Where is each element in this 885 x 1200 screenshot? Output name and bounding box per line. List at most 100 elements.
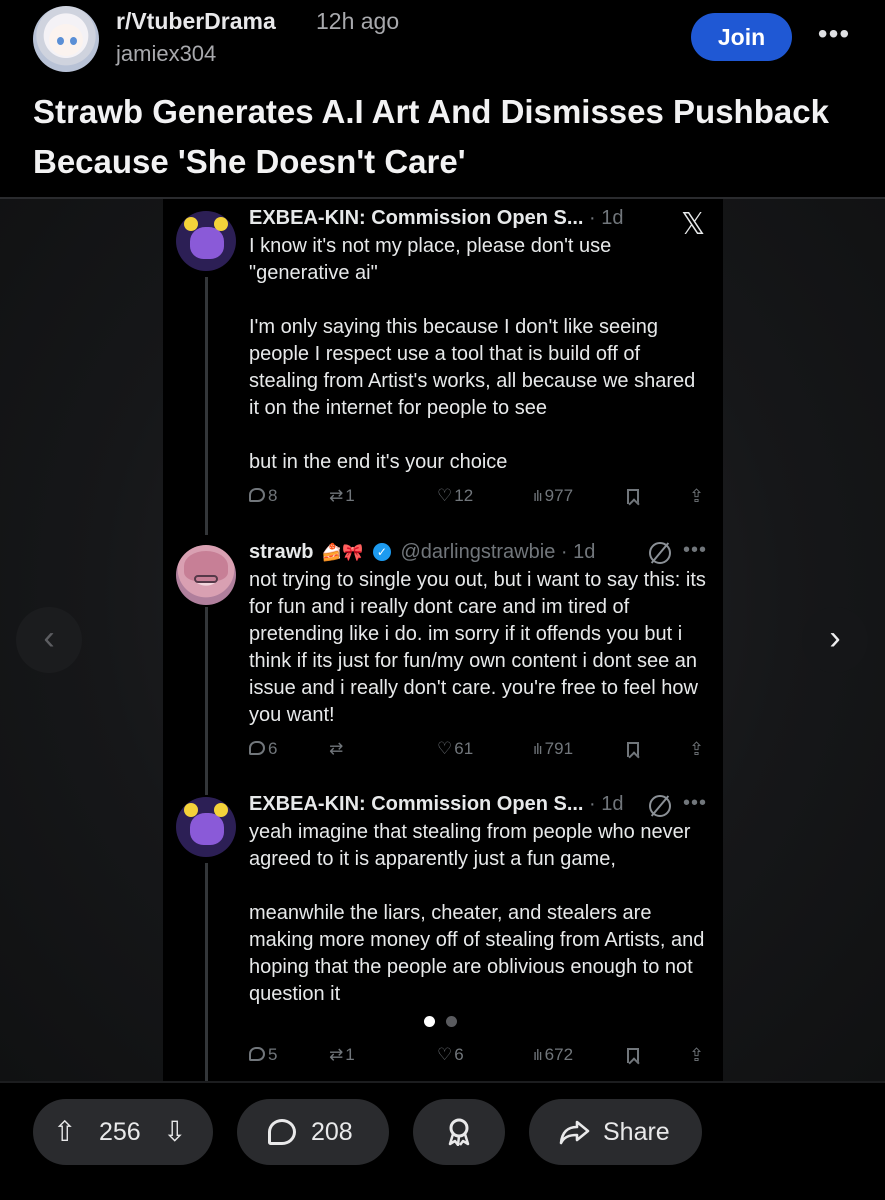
grok-icon [649, 542, 671, 564]
subreddit-avatar[interactable] [33, 6, 99, 72]
post-author[interactable]: jamiex304 [116, 41, 216, 67]
tweet-author-name: EXBEA-KIN: Commission Open S... [249, 793, 584, 815]
retweet-action: ⇄ 1 [329, 1045, 355, 1065]
upvote-icon[interactable]: ⇧ [53, 1099, 76, 1165]
retweet-action: ⇄ 1 [329, 486, 355, 506]
tweet-text: not trying to single you out, but i want… [249, 569, 712, 726]
thread-line [205, 277, 208, 535]
avatar-blob [190, 813, 224, 845]
tweet-screenshot: 𝕏 EXBEA-KIN: Commission Open S... · 1d I… [163, 199, 723, 1081]
views-count: 977 [544, 486, 574, 505]
views-action: ılı 977 [533, 486, 573, 506]
tweet-actions: 5 ⇄ 1 ♡ 6 ılı 672 ⇪ [249, 1045, 711, 1069]
comment-count: 208 [311, 1118, 353, 1146]
reply-icon [249, 488, 265, 502]
award-button[interactable] [413, 1099, 505, 1165]
tweet-author-name: strawb [249, 541, 314, 563]
verified-badge-icon: ✓ [372, 543, 391, 561]
share-icon: ⇪ [689, 739, 705, 759]
tweet-actions: 8 ⇄ 1 ♡ 12 ılı 977 ⇪ [249, 486, 711, 510]
gallery-prev-button[interactable]: ‹ [16, 607, 82, 673]
reply-action: 8 [249, 486, 277, 506]
views-icon: ılı [533, 488, 543, 505]
retweet-icon: ⇄ [329, 739, 344, 758]
tweet-avatar [176, 211, 236, 271]
views-icon: ılı [533, 741, 543, 758]
bookmark-icon [627, 489, 639, 504]
share-action: ⇪ [689, 486, 704, 507]
like-count: 61 [454, 739, 474, 758]
like-count: 12 [454, 486, 474, 505]
vote-control: ⇧ 256 ⇩ [33, 1099, 213, 1165]
gallery-page-indicator [422, 1014, 462, 1028]
avatar-ornament [184, 803, 198, 817]
avatar-blob [190, 227, 224, 259]
views-action: ılı 791 [533, 739, 573, 759]
retweet-action: ⇄ [329, 739, 345, 759]
name-emoji: 🍰🎀 [321, 543, 364, 562]
share-button[interactable]: Share [529, 1099, 702, 1165]
reply-count: 8 [268, 486, 278, 505]
reply-action: 6 [249, 739, 277, 759]
reply-count: 5 [268, 1045, 278, 1064]
image-gallery[interactable]: ‹ › 𝕏 EXBEA-KIN: Commission Open S... · … [0, 199, 885, 1081]
retweet-count: 1 [345, 1045, 355, 1064]
join-button[interactable]: Join [691, 13, 792, 61]
share-action: ⇪ [689, 1045, 704, 1066]
like-count: 6 [454, 1045, 464, 1064]
reply-icon [249, 741, 265, 755]
tweet-more-icon: ••• [683, 539, 708, 561]
thread-line [205, 863, 208, 1081]
upvote-count: 256 [99, 1118, 141, 1146]
views-action: ılı 672 [533, 1045, 573, 1065]
tweet-time: · 1d [589, 793, 624, 815]
like-action: ♡ 61 [437, 739, 473, 759]
bookmark-icon [627, 742, 639, 757]
comment-icon [268, 1119, 296, 1145]
bookmark-action [627, 489, 639, 509]
tweet-actions: 6 ⇄ ♡ 61 ılı 791 ⇪ [249, 739, 711, 763]
post-title: Strawb Generates A.I Art And Dismisses P… [33, 93, 829, 180]
tweet-header: EXBEA-KIN: Commission Open S... · 1d [249, 793, 624, 816]
bookmark-action [627, 1048, 639, 1068]
tweet-handle: @darlingstrawbie [400, 541, 556, 563]
gallery-next-button[interactable]: › [802, 607, 868, 673]
subreddit-name[interactable]: r/VtuberDrama [116, 8, 276, 35]
comments-button[interactable]: 208 [237, 1099, 389, 1165]
avatar-glasses [194, 575, 218, 583]
avatar-ornament [184, 217, 198, 231]
avatar-face [49, 24, 83, 56]
avatar-ornament [214, 217, 228, 231]
reply-action: 5 [249, 1045, 277, 1065]
like-action: ♡ 6 [437, 1045, 464, 1065]
grok-icon [649, 795, 671, 817]
tweet-header: strawb 🍰🎀 ✓ @darlingstrawbie · 1d [249, 541, 595, 564]
tweet-header: EXBEA-KIN: Commission Open S... · 1d [249, 207, 624, 230]
divider [0, 1081, 885, 1083]
share-icon: ⇪ [689, 486, 705, 506]
more-options-icon[interactable]: ••• [812, 18, 856, 56]
retweet-icon: ⇄ [329, 1045, 344, 1064]
tweet-avatar [176, 545, 236, 605]
like-icon: ♡ [437, 739, 453, 758]
retweet-icon: ⇄ [329, 486, 344, 505]
share-icon [559, 1120, 590, 1145]
views-count: 791 [544, 739, 574, 758]
share-label: Share [603, 1118, 670, 1146]
downvote-icon[interactable]: ⇩ [163, 1099, 186, 1165]
bookmark-action [627, 742, 639, 762]
reply-icon [249, 1047, 265, 1061]
like-icon: ♡ [437, 1045, 453, 1064]
avatar-eye [57, 37, 64, 45]
views-icon: ılı [533, 1047, 543, 1064]
reply-count: 6 [268, 739, 278, 758]
share-action: ⇪ [689, 739, 704, 760]
tweet-time: · 1d [589, 207, 624, 229]
avatar-eye [70, 37, 77, 45]
tweet-time: · 1d [560, 541, 596, 563]
page-dot [446, 1016, 457, 1027]
bookmark-icon [627, 1048, 639, 1063]
tweet-text: yeah imagine that stealing from people w… [249, 821, 705, 1005]
post-time: 12h ago [316, 8, 400, 34]
page-dot-active [424, 1016, 435, 1027]
